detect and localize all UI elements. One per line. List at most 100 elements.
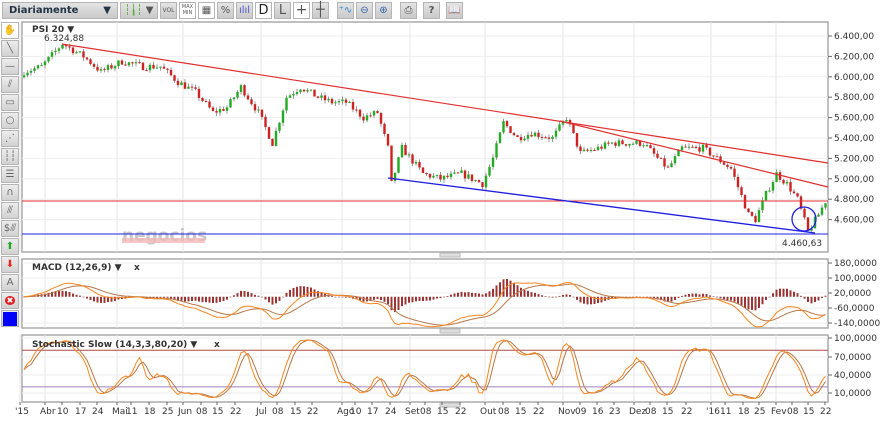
candle-body	[225, 107, 229, 111]
candle-body	[414, 161, 418, 164]
candle-body	[432, 175, 435, 178]
macd-histogram-bar	[670, 296, 673, 302]
price-tick-label: 6.400,00	[834, 32, 874, 42]
candle-body	[820, 207, 824, 215]
date-tick-label: 18	[738, 407, 750, 417]
candle-body	[449, 173, 453, 178]
macd-histogram-bar	[93, 296, 95, 302]
candle-body	[190, 86, 194, 88]
macd-histogram-bar	[212, 296, 214, 303]
macd-histogram-bar	[541, 295, 543, 297]
candle-body	[127, 62, 131, 66]
candle-body	[446, 175, 449, 178]
macd-histogram-bar	[527, 290, 529, 297]
candle-body	[348, 101, 351, 103]
macd-histogram-bar	[824, 295, 827, 297]
candle-body	[687, 146, 691, 148]
macd-histogram-bar	[159, 296, 162, 298]
candle-body	[694, 146, 698, 148]
candle	[764, 190, 768, 201]
date-tick-label: Nov	[558, 407, 576, 417]
macd-histogram-bar	[285, 292, 288, 297]
date-tick-label: 08	[498, 407, 510, 417]
macd-histogram-bar	[772, 293, 774, 297]
macd-histogram-bar	[471, 292, 473, 297]
macd-histogram-bar	[201, 296, 204, 303]
macd-histogram-bar	[814, 296, 816, 303]
stoch-remove-button[interactable]: x	[214, 340, 220, 350]
candle-body	[719, 156, 722, 163]
candle-body	[589, 149, 593, 151]
panel-resize-handle[interactable]	[439, 328, 461, 334]
candle-body	[743, 195, 747, 209]
macd-histogram-bar	[695, 293, 697, 297]
candle-body	[607, 142, 610, 144]
candle-body	[708, 147, 712, 156]
candle	[498, 131, 502, 144]
macd-histogram-bar	[243, 291, 246, 297]
macd-histogram-bar	[345, 296, 347, 298]
candle	[243, 84, 246, 98]
candle-body	[771, 182, 775, 191]
candle-body	[470, 174, 474, 181]
candle	[572, 124, 575, 134]
macd-histogram-bar	[698, 294, 701, 297]
macd-histogram-bar	[786, 288, 788, 297]
candle-body	[159, 66, 162, 68]
candle-body	[729, 166, 733, 169]
macd-histogram-bar	[551, 296, 554, 298]
macd-histogram-bar	[572, 296, 575, 298]
candle-body	[400, 145, 404, 158]
macd-histogram-bar	[257, 295, 260, 297]
macd-histogram-bar	[733, 296, 736, 302]
candle-body	[250, 99, 253, 105]
macd-histogram-bar	[579, 296, 582, 303]
candle-body	[600, 146, 603, 149]
macd-tick-label: -60,0000	[834, 304, 875, 314]
macd-histogram-bar	[215, 296, 218, 303]
macd-histogram-bar	[565, 294, 568, 297]
price-tick-label: 5.000,00	[834, 175, 874, 185]
macd-remove-button[interactable]: x	[134, 263, 140, 273]
stoch-tick-label: 70,0000	[834, 353, 871, 363]
candle-body	[817, 214, 820, 217]
macd-histogram-bar	[170, 296, 172, 299]
macd-histogram-bar	[408, 296, 410, 303]
macd-tick-label: 20,0000	[834, 289, 871, 299]
candle	[390, 145, 393, 182]
macd-histogram-bar	[509, 280, 512, 297]
macd-histogram-bar	[555, 296, 557, 298]
macd-histogram-bar	[380, 296, 382, 301]
macd-histogram-bar	[740, 296, 743, 306]
macd-histogram-bar	[429, 296, 431, 301]
candle-body	[418, 161, 421, 168]
macd-histogram-bar	[702, 293, 704, 297]
candle-body	[782, 179, 785, 184]
date-tick-label: 16	[592, 407, 604, 417]
price-tick-label: 5.600,00	[834, 114, 874, 124]
candle-body	[183, 82, 187, 89]
candle-body	[761, 200, 764, 211]
date-tick-label: 22	[230, 407, 241, 417]
macd-histogram-bar	[481, 294, 484, 297]
candle-body	[369, 115, 372, 117]
macd-histogram-bar	[747, 296, 750, 310]
candle-body	[397, 157, 400, 173]
panel-resize-handle[interactable]	[439, 252, 461, 258]
macd-histogram-bar	[373, 296, 375, 300]
price-tick-label: 5.800,00	[834, 93, 874, 103]
candle-body	[274, 130, 278, 146]
candle-body	[334, 102, 337, 104]
macd-histogram-bar	[264, 296, 267, 300]
candle-body	[624, 144, 628, 146]
date-tick-label: 22	[307, 407, 318, 417]
chart-area[interactable]: 6.400,00 6.200,00 6.000,00 5.800,00 5.600,00…	[0, 0, 880, 421]
candle-body	[341, 99, 344, 102]
candle-body	[85, 57, 89, 60]
candle-body	[502, 121, 505, 133]
date-tick-label: Jul	[255, 407, 267, 417]
macd-histogram-bar	[719, 296, 722, 299]
candle-body	[113, 66, 117, 69]
date-tick-label: 15	[803, 407, 814, 417]
candle-body	[579, 146, 582, 152]
